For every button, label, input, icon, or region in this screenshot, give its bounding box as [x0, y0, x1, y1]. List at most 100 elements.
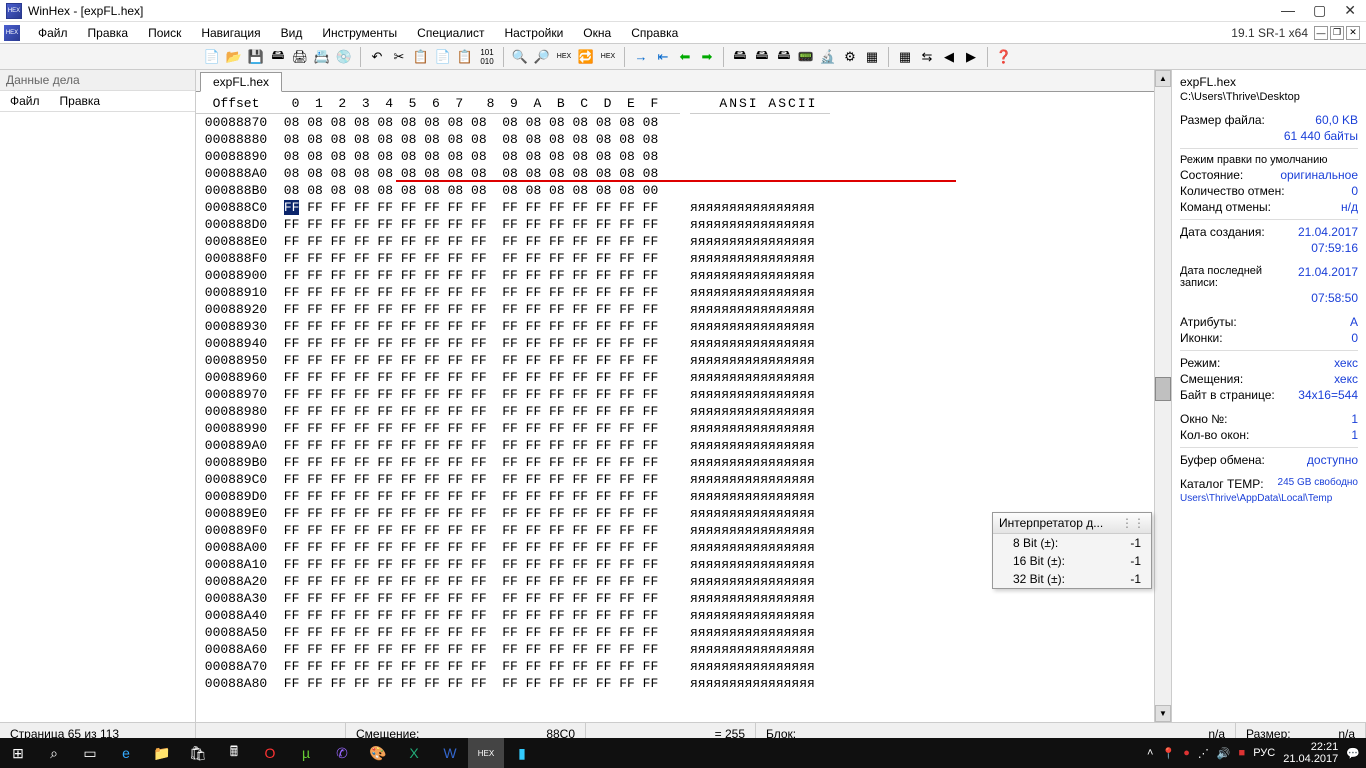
- store-icon[interactable]: 🛍: [180, 738, 216, 768]
- tray-clock[interactable]: 22:21 21.04.2017: [1283, 741, 1338, 765]
- hex-icon[interactable]: 101010: [477, 47, 497, 67]
- minimize-button[interactable]: —: [1281, 2, 1295, 19]
- hex-editor: expFL.hex Offset000888700008888000088890…: [196, 70, 1154, 722]
- tab-file[interactable]: expFL.hex: [200, 72, 282, 92]
- interpreter-title: Интерпретатор д...: [999, 516, 1103, 530]
- info-path: C:\Users\Thrive\Desktop: [1180, 91, 1300, 103]
- data-interpreter-panel[interactable]: Интерпретатор д...⋮⋮ 8 Bit (±):-116 Bit …: [992, 512, 1152, 589]
- tray-language[interactable]: РУС: [1253, 747, 1275, 759]
- disk1-icon[interactable]: 🖴: [730, 47, 750, 67]
- replace-hex-icon[interactable]: HEX: [598, 47, 618, 67]
- maximize-button[interactable]: ▢: [1313, 2, 1326, 19]
- toolbar-separator: [503, 47, 504, 67]
- mdi-restore-button[interactable]: ❐: [1330, 26, 1344, 40]
- leftpane-menu-edit[interactable]: Правка: [50, 91, 111, 111]
- back-icon[interactable]: ⇤: [653, 47, 673, 67]
- tray-app-icon[interactable]: ■: [1239, 747, 1246, 759]
- app-icon[interactable]: ▮: [504, 738, 540, 768]
- paste-icon[interactable]: 📄: [433, 47, 453, 67]
- tray-location-icon[interactable]: 📍: [1161, 747, 1175, 760]
- menu-navigation[interactable]: Навигация: [191, 24, 270, 42]
- new-icon[interactable]: 📄: [202, 47, 222, 67]
- scroll-track[interactable]: [1155, 87, 1171, 705]
- menu-search[interactable]: Поиск: [138, 24, 191, 42]
- hex-view[interactable]: Offset000888700008888000088890000888A000…: [196, 92, 1154, 722]
- info-mode-label: Режим:: [1180, 356, 1220, 370]
- find-text-icon[interactable]: 🔎: [532, 47, 552, 67]
- scroll-up-button[interactable]: ▲: [1155, 70, 1171, 87]
- search-icon[interactable]: ⌕: [36, 738, 72, 768]
- sync-icon[interactable]: ⇆: [917, 47, 937, 67]
- find-hex-icon[interactable]: HEX: [554, 47, 574, 67]
- edge-icon[interactable]: e: [108, 738, 144, 768]
- disk3-icon[interactable]: 🖴: [774, 47, 794, 67]
- goto-icon[interactable]: →: [631, 47, 651, 67]
- viber-icon[interactable]: ✆: [324, 738, 360, 768]
- disk2-icon[interactable]: 🖴: [752, 47, 772, 67]
- scroll-down-button[interactable]: ▼: [1155, 705, 1171, 722]
- print-icon[interactable]: 🖨: [290, 47, 310, 67]
- paint-icon[interactable]: 🎨: [360, 738, 396, 768]
- info-created-time: 07:59:16: [1311, 241, 1358, 255]
- tray-bitdefender-icon[interactable]: ●: [1183, 747, 1190, 759]
- disk-icon[interactable]: 💿: [334, 47, 354, 67]
- menu-edit[interactable]: Правка: [78, 24, 139, 42]
- windows-taskbar: ⊞ ⌕ ▭ e 📁 🛍 🖩 O µ ✆ 🎨 X W HEX ▮ ˄ 📍 ● ⋰ …: [0, 738, 1366, 768]
- mdi-minimize-button[interactable]: —: [1314, 26, 1328, 40]
- interpreter-grip-icon[interactable]: ⋮⋮: [1121, 516, 1145, 530]
- winhex-taskbar-icon[interactable]: HEX: [468, 738, 504, 768]
- tray-notifications-icon[interactable]: 💬: [1346, 747, 1360, 760]
- undo-icon[interactable]: ↶: [367, 47, 387, 67]
- calculator-icon[interactable]: 🖩: [216, 738, 252, 768]
- menu-view[interactable]: Вид: [271, 24, 313, 42]
- version-label: 19.1 SR-1 x64: [1231, 26, 1314, 40]
- mdi-close-button[interactable]: ✕: [1346, 26, 1360, 40]
- help-icon[interactable]: ❓: [994, 47, 1014, 67]
- start-button[interactable]: ⊞: [0, 738, 36, 768]
- info-temp-path: Users\Thrive\AppData\Local\Temp: [1180, 493, 1332, 504]
- left-icon[interactable]: ◀: [939, 47, 959, 67]
- menu-options[interactable]: Настройки: [494, 24, 573, 42]
- ram-icon[interactable]: ▦: [862, 47, 882, 67]
- open-icon[interactable]: 📂: [224, 47, 244, 67]
- next-icon[interactable]: ➡: [697, 47, 717, 67]
- close-button[interactable]: ✕: [1344, 2, 1356, 19]
- utorrent-icon[interactable]: µ: [288, 738, 324, 768]
- menu-window[interactable]: Окна: [573, 24, 621, 42]
- leftpane-menu-file[interactable]: Файл: [0, 91, 50, 111]
- tray-volume-icon[interactable]: 🔊: [1217, 747, 1231, 760]
- menu-help[interactable]: Справка: [621, 24, 688, 42]
- toolbar-separator: [723, 47, 724, 67]
- grid-icon[interactable]: ▦: [895, 47, 915, 67]
- info-pane: expFL.hex C:\Users\Thrive\Desktop Размер…: [1171, 70, 1366, 722]
- properties-icon[interactable]: 📇: [312, 47, 332, 67]
- prev-icon[interactable]: ⬅: [675, 47, 695, 67]
- menu-specialist[interactable]: Специалист: [407, 24, 494, 42]
- excel-icon[interactable]: X: [396, 738, 432, 768]
- tray-network-icon[interactable]: ⋰: [1198, 747, 1209, 760]
- copy-icon[interactable]: 📋: [411, 47, 431, 67]
- menu-tools[interactable]: Инструменты: [312, 24, 407, 42]
- menu-file[interactable]: Файл: [28, 24, 78, 42]
- saveas-icon[interactable]: 🖴: [268, 47, 288, 67]
- tray-chevron-icon[interactable]: ˄: [1147, 747, 1153, 759]
- info-attr-label: Атрибуты:: [1180, 315, 1237, 329]
- save-icon[interactable]: 💾: [246, 47, 266, 67]
- app-icon-small: HEX: [4, 25, 20, 41]
- right-icon[interactable]: ▶: [961, 47, 981, 67]
- explorer-icon[interactable]: 📁: [144, 738, 180, 768]
- calc-icon[interactable]: 📟: [796, 47, 816, 67]
- taskview-icon[interactable]: ▭: [72, 738, 108, 768]
- scroll-thumb[interactable]: [1155, 377, 1171, 401]
- opera-icon[interactable]: O: [252, 738, 288, 768]
- clipboard-icon[interactable]: 📋: [455, 47, 475, 67]
- replace-icon[interactable]: 🔁: [576, 47, 596, 67]
- word-icon[interactable]: W: [432, 738, 468, 768]
- gear-icon[interactable]: ⚙: [840, 47, 860, 67]
- vertical-scrollbar[interactable]: ▲ ▼: [1154, 70, 1171, 722]
- info-wincount: 1: [1351, 428, 1358, 442]
- leftpane-header: Данные дела: [0, 70, 195, 91]
- analyze-icon[interactable]: 🔬: [818, 47, 838, 67]
- find-icon[interactable]: 🔍: [510, 47, 530, 67]
- cut-icon[interactable]: ✂: [389, 47, 409, 67]
